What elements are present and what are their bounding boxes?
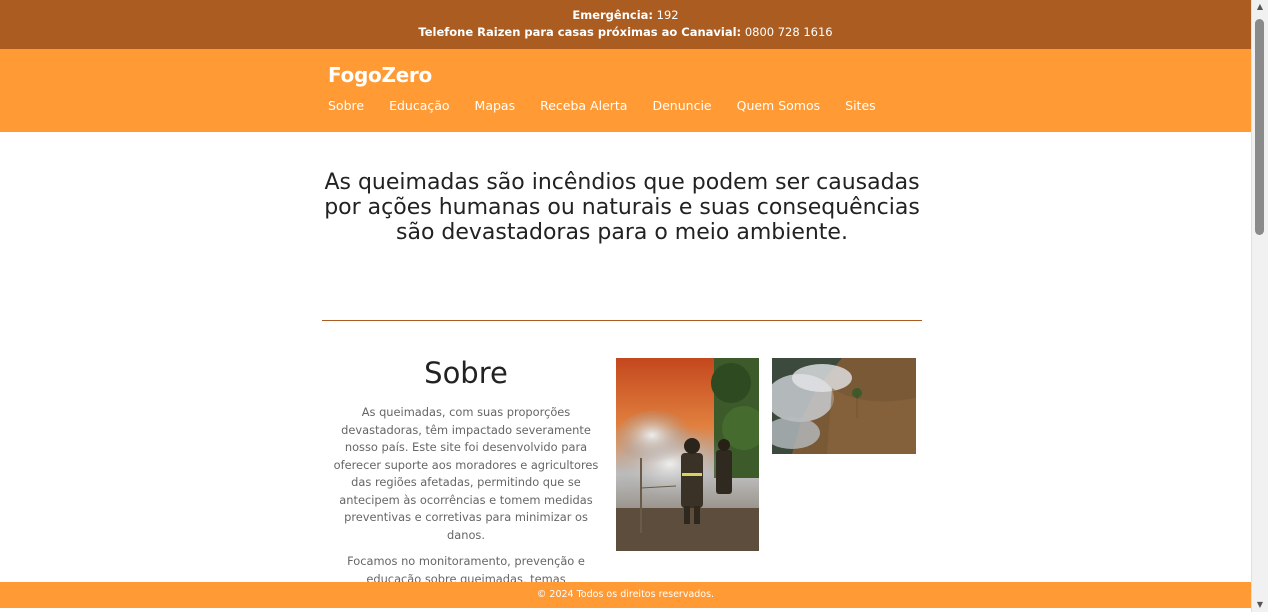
firefighters-illustration <box>616 358 759 551</box>
nav-link-sobre[interactable]: Sobre <box>328 98 364 113</box>
about-paragraph-1: As queimadas, com suas proporções devast… <box>333 405 599 542</box>
emergency-number: 192 <box>656 8 679 22</box>
nav-link-sites[interactable]: Sites <box>845 98 876 113</box>
hero-statement: As queimadas são incêndios que podem ser… <box>324 170 920 245</box>
page-footer: © 2024 Todos os direitos reservados. <box>0 582 1251 608</box>
main-navbar: FogoZero Sobre Educação Mapas Receba Ale… <box>0 49 1251 132</box>
main-nav: Sobre Educação Mapas Receba Alerta Denun… <box>328 98 901 113</box>
scroll-down-arrow-icon[interactable]: ▼ <box>1252 598 1268 612</box>
phone-label: Telefone Raizen para casas próximas ao C… <box>418 25 742 39</box>
emergency-line: Emergência: 192 <box>0 7 1251 24</box>
scrollbar-thumb[interactable] <box>1255 19 1264 235</box>
emergency-label: Emergência: <box>572 8 654 22</box>
about-title: Sobre <box>424 356 508 390</box>
scroll-up-arrow-icon[interactable]: ▲ <box>1252 0 1268 14</box>
nav-link-denuncie[interactable]: Denuncie <box>652 98 711 113</box>
section-divider <box>322 320 922 321</box>
firefighters-photo <box>616 358 759 551</box>
emergency-bar: Emergência: 192 Telefone Raizen para cas… <box>0 0 1251 49</box>
nav-link-educacao[interactable]: Educação <box>389 98 449 113</box>
nav-link-mapas[interactable]: Mapas <box>475 98 516 113</box>
deforestation-photo <box>772 358 916 454</box>
phone-number: 0800 728 1616 <box>744 25 833 39</box>
deforestation-illustration <box>772 358 916 454</box>
nav-link-quem-somos[interactable]: Quem Somos <box>737 98 821 113</box>
nav-link-receba-alerta[interactable]: Receba Alerta <box>540 98 627 113</box>
vertical-scrollbar[interactable]: ▲ ▼ <box>1251 0 1268 612</box>
phone-line: Telefone Raizen para casas próximas ao C… <box>0 24 1251 41</box>
about-section: Sobre As queimadas, com suas proporções … <box>328 356 604 597</box>
page-viewport: Emergência: 192 Telefone Raizen para cas… <box>0 0 1251 612</box>
brand-logo[interactable]: FogoZero <box>328 63 432 87</box>
footer-copyright: © 2024 Todos os direitos reservados. <box>536 589 715 600</box>
